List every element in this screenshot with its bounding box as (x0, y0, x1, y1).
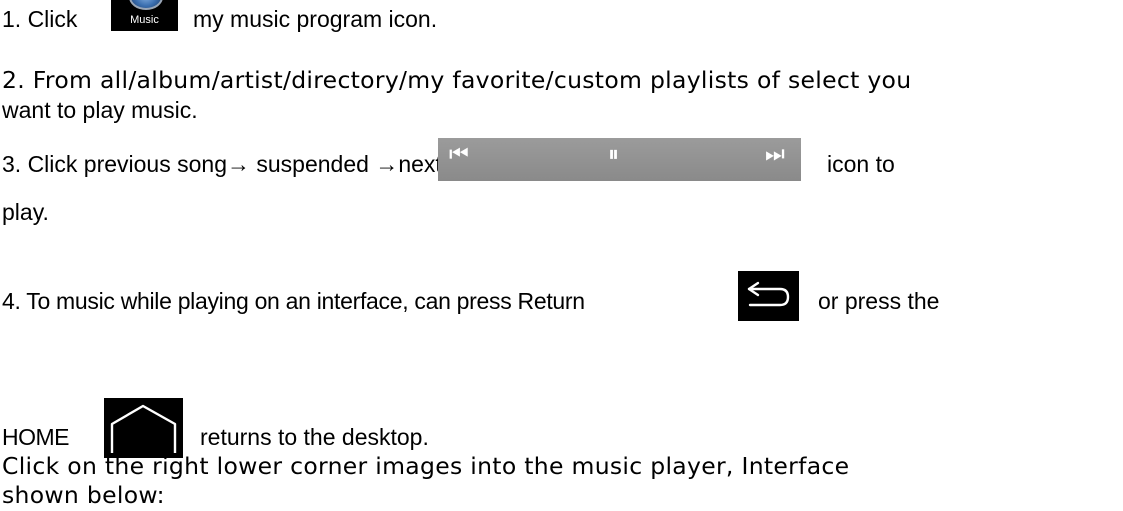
music-disc-graphic (129, 0, 163, 10)
closing-line-1: Click on the right lower corner images i… (2, 452, 850, 480)
step-2-line-1: 2. From all/album/artist/directory/my fa… (2, 66, 912, 94)
skip-previous-icon[interactable]: ⏮ (449, 144, 469, 166)
step-3-line-2: play. (2, 199, 49, 225)
home-label: HOME (2, 424, 70, 450)
arrow-1: → (227, 151, 250, 177)
step-4-suffix: or press the (818, 288, 940, 314)
step-3-prefix: 3. Click previous song (2, 151, 227, 177)
step-3-suffix: icon to (827, 151, 895, 177)
home-graphic (110, 404, 177, 453)
return-arrow-icon[interactable] (738, 271, 799, 321)
music-icon-label: Music (130, 14, 159, 26)
step-1-prefix: 1. Click (2, 6, 78, 32)
return-arrow-graphic (747, 281, 790, 307)
transport-controls: ⏮ ⏸ ⏭ (438, 138, 801, 181)
skip-next-icon[interactable]: ⏭ (765, 144, 785, 166)
step-2-line-2: want to play music. (2, 97, 198, 123)
step-3-mid: suspended (250, 151, 376, 177)
step-3-line-1: 3. Click previous song→ suspended →next … (2, 151, 498, 178)
pause-icon[interactable]: ⏸ (608, 144, 619, 166)
home-icon[interactable] (104, 398, 183, 458)
arrow-2: → (375, 151, 399, 177)
step-4-line-2-suffix: returns to the desktop. (200, 424, 429, 450)
closing-line-2: shown below: (2, 481, 165, 509)
step-1-suffix: my music program icon. (193, 6, 438, 32)
step-4-line-1: 4. To music while playing on an interfac… (2, 288, 585, 314)
step-1: 1. Click (2, 6, 77, 33)
music-app-icon[interactable]: Music (111, 0, 178, 31)
document-page: 1. Click Music my music program icon. 2.… (0, 0, 1123, 511)
